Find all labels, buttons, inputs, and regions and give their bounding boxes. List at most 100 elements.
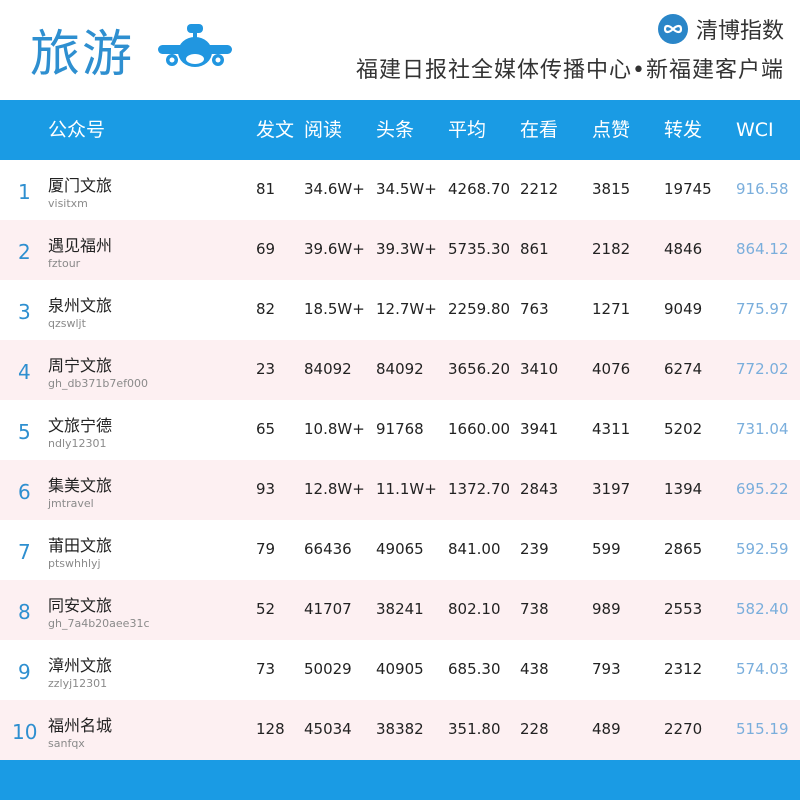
col-shares: 转发 — [664, 119, 703, 141]
avg-cell: 802.10 — [448, 600, 501, 618]
account-id: ndly12301 — [48, 437, 107, 450]
page-title: 旅游 — [30, 25, 134, 83]
account-name: 遇见福州 — [48, 236, 113, 255]
watching-cell: 2843 — [520, 480, 559, 498]
headline-cell: 11.1W+ — [376, 480, 437, 498]
reads-cell: 34.6W+ — [304, 180, 365, 198]
wci-cell: 916.58 — [736, 180, 789, 198]
rank: 5 — [18, 420, 31, 444]
table-body: 1 厦门文旅 visitxm 81 34.6W+ 34.5W+ 4268.70 … — [0, 160, 800, 760]
col-avg: 平均 — [448, 119, 487, 141]
likes-cell: 4076 — [592, 360, 631, 378]
posts-cell: 79 — [256, 540, 276, 558]
infinity-logo-icon — [657, 14, 688, 44]
headline-cell: 84092 — [376, 360, 424, 378]
posts-cell: 82 — [256, 300, 276, 318]
footer-bar — [0, 760, 800, 800]
likes-cell: 3815 — [592, 180, 631, 198]
airplane-icon — [158, 24, 232, 67]
rank: 8 — [18, 600, 31, 624]
account-id: qzswljt — [48, 317, 86, 330]
account-id: ptswhhlyj — [48, 557, 101, 570]
headline-cell: 40905 — [376, 660, 424, 678]
watching-cell: 228 — [520, 720, 549, 738]
avg-cell: 1660.00 — [448, 420, 511, 438]
account-id: jmtravel — [48, 497, 94, 510]
posts-cell: 81 — [256, 180, 276, 198]
watching-cell: 3410 — [520, 360, 559, 378]
shares-cell: 2312 — [664, 660, 703, 678]
watching-cell: 3941 — [520, 420, 559, 438]
table-row: 8 同安文旅 gh_7a4b20aee31c 52 41707 38241 80… — [0, 580, 800, 640]
table-header: 公众号 发文 阅读 头条 平均 在看 点赞 转发 WCI — [0, 100, 800, 160]
posts-cell: 69 — [256, 240, 276, 258]
col-headline: 头条 — [376, 119, 415, 141]
account-id: visitxm — [48, 197, 88, 210]
reads-cell: 12.8W+ — [304, 480, 365, 498]
headline-cell: 34.5W+ — [376, 180, 437, 198]
headline-cell: 38241 — [376, 600, 424, 618]
rank: 10 — [12, 720, 38, 744]
col-watching: 在看 — [520, 119, 559, 141]
rank: 2 — [18, 240, 31, 264]
likes-cell: 489 — [592, 720, 621, 738]
account-id: fztour — [48, 257, 81, 270]
wci-cell: 582.40 — [736, 600, 789, 618]
rank: 6 — [18, 480, 31, 504]
avg-cell: 351.80 — [448, 720, 501, 738]
posts-cell: 93 — [256, 480, 276, 498]
col-likes: 点赞 — [592, 119, 631, 141]
posts-cell: 23 — [256, 360, 276, 378]
col-wci: WCI — [736, 119, 774, 141]
rank: 4 — [18, 360, 31, 384]
avg-cell: 5735.30 — [448, 240, 511, 258]
shares-cell: 19745 — [664, 180, 712, 198]
wci-cell: 731.04 — [736, 420, 789, 438]
account-name: 同安文旅 — [48, 596, 113, 615]
reads-cell: 66436 — [304, 540, 352, 558]
table-row: 7 莆田文旅 ptswhhlyj 79 66436 49065 841.00 2… — [0, 520, 800, 580]
account-name: 集美文旅 — [48, 476, 113, 495]
shares-cell: 6274 — [664, 360, 703, 378]
headline-cell: 39.3W+ — [376, 240, 437, 258]
col-posts: 发文 — [256, 119, 295, 141]
header: 旅游 清博指数 福建日报社全媒体传播中心•新福建客户端 — [0, 0, 800, 100]
wci-cell: 775.97 — [736, 300, 789, 318]
avg-cell: 685.30 — [448, 660, 501, 678]
reads-cell: 10.8W+ — [304, 420, 365, 438]
shares-cell: 1394 — [664, 480, 703, 498]
headline-cell: 91768 — [376, 420, 424, 438]
avg-cell: 2259.80 — [448, 300, 511, 318]
watching-cell: 438 — [520, 660, 549, 678]
table-row: 4 周宁文旅 gh_db371b7ef000 23 84092 84092 36… — [0, 340, 800, 400]
col-account: 公众号 — [48, 119, 106, 141]
reads-cell: 39.6W+ — [304, 240, 365, 258]
account-id: gh_7a4b20aee31c — [48, 617, 150, 630]
table-row: 3 泉州文旅 qzswljt 82 18.5W+ 12.7W+ 2259.80 … — [0, 280, 800, 340]
posts-cell: 52 — [256, 600, 276, 618]
wci-cell: 515.19 — [736, 720, 789, 738]
wci-cell: 592.59 — [736, 540, 789, 558]
likes-cell: 793 — [592, 660, 621, 678]
likes-cell: 599 — [592, 540, 621, 558]
account-name: 周宁文旅 — [48, 356, 113, 375]
table-row: 1 厦门文旅 visitxm 81 34.6W+ 34.5W+ 4268.70 … — [0, 160, 800, 220]
avg-cell: 841.00 — [448, 540, 501, 558]
table-row: 5 文旅宁德 ndly12301 65 10.8W+ 91768 1660.00… — [0, 400, 800, 460]
wci-cell: 695.22 — [736, 480, 789, 498]
watching-cell: 239 — [520, 540, 549, 558]
reads-cell: 45034 — [304, 720, 352, 738]
rank: 9 — [18, 660, 31, 684]
headline-cell: 49065 — [376, 540, 424, 558]
brand-name: 清博指数 — [695, 19, 784, 44]
rank: 3 — [18, 300, 31, 324]
shares-cell: 2270 — [664, 720, 703, 738]
subtitle: 福建日报社全媒体传播中心•新福建客户端 — [356, 58, 784, 83]
posts-cell: 65 — [256, 420, 276, 438]
avg-cell: 4268.70 — [448, 180, 511, 198]
watching-cell: 763 — [520, 300, 549, 318]
likes-cell: 3197 — [592, 480, 631, 498]
account-name: 泉州文旅 — [48, 296, 113, 315]
account-name: 文旅宁德 — [48, 416, 113, 435]
table-row: 2 遇见福州 fztour 69 39.6W+ 39.3W+ 5735.30 8… — [0, 220, 800, 280]
